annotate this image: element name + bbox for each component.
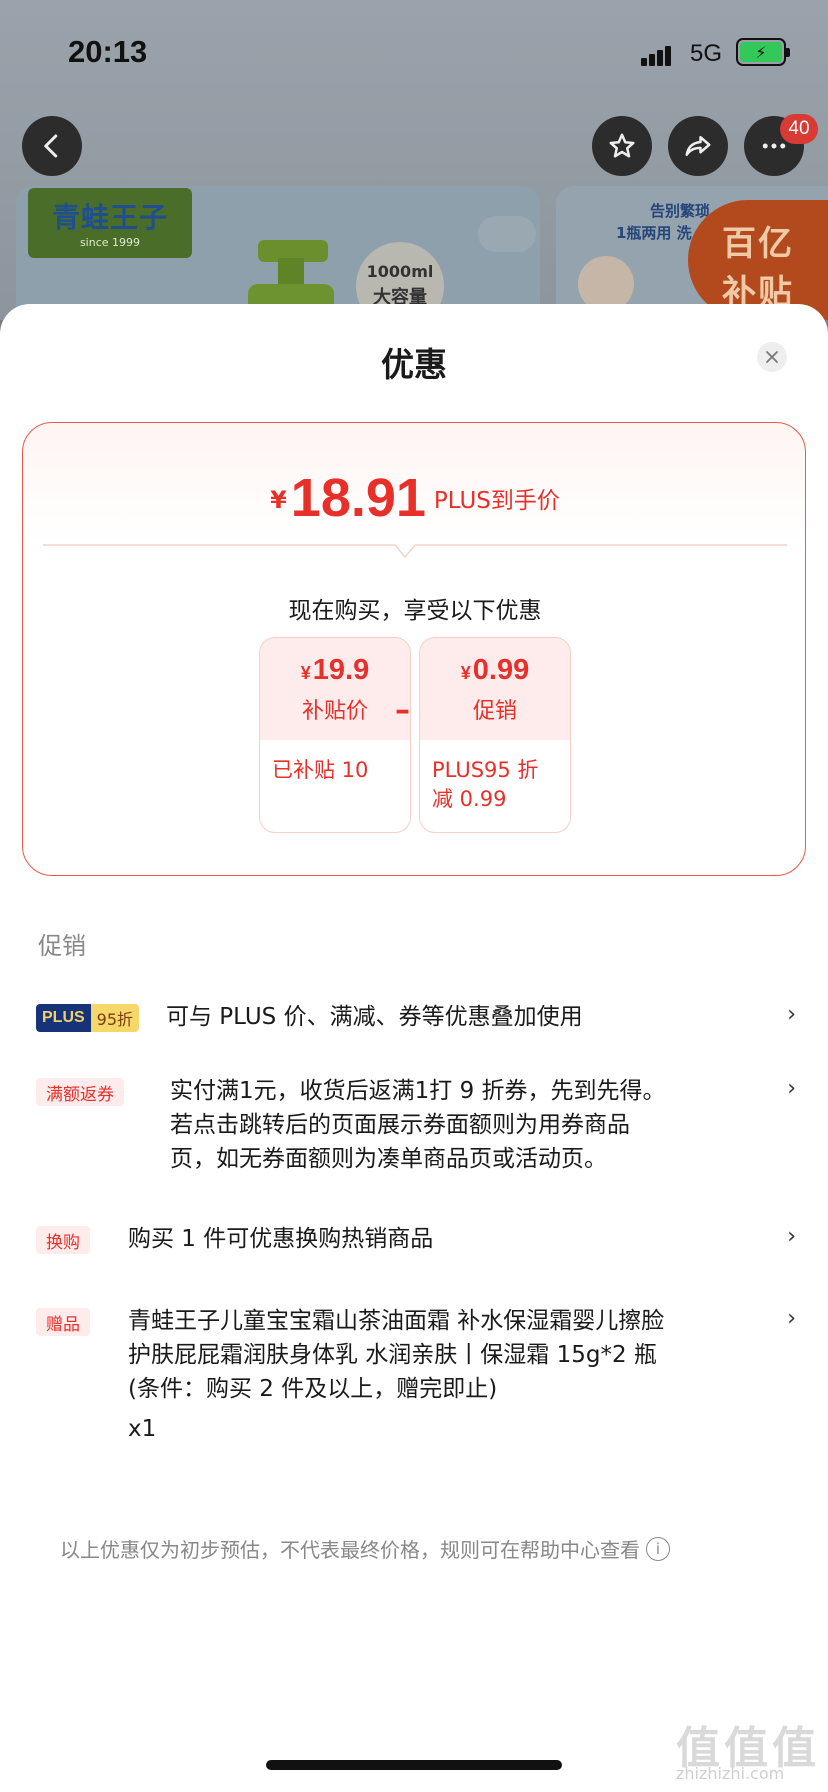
subsidy-price-currency: ¥ [300, 663, 311, 683]
promotion-currency: ¥ [460, 663, 471, 683]
minus-operator: – [395, 693, 410, 728]
subsidy-line1: 百亿 [722, 224, 794, 264]
status-bar: 20:13 5G ⚡ [0, 0, 828, 100]
message-count-badge: 40 [780, 114, 818, 144]
battery-icon: ⚡ [736, 38, 790, 66]
star-icon [609, 133, 635, 158]
promo-text-plus: 可与 PLUS 价、满减、券等优惠叠加使用 [166, 1004, 583, 1030]
disclaimer-text: 以上优惠仅为初步预估，不代表最终价格，规则可在帮助中心查看 [60, 1538, 640, 1562]
favorite-button[interactable] [592, 116, 652, 176]
signal-icon [641, 44, 679, 66]
final-price-amount: 18.91 [290, 468, 426, 528]
status-time: 20:13 [68, 34, 148, 69]
final-price-label: PLUS到手价 [433, 488, 560, 514]
promo-text-coupon-line2: 若点击跳转后的页面展示券面额则为用券商品 [170, 1112, 630, 1138]
sheet-title: 优惠 [381, 345, 447, 384]
product-banner-main[interactable]: 青蛙王子 since 1999 1000ml 大容量 [16, 186, 540, 320]
promo-row-gift[interactable]: 赠品 青蛙王子儿童宝宝霜山茶油面霜 补水保湿霜婴儿擦脸 护肤屁屁霜润肤身体乳 水… [36, 1304, 796, 1454]
banner-text-line1: 告别繁琐 [650, 202, 711, 220]
gift-tag: 赠品 [36, 1308, 90, 1336]
network-type: 5G [690, 40, 723, 67]
chevron-right-icon: › [787, 1076, 796, 1101]
brand-logo: 青蛙王子 since 1999 [28, 188, 192, 258]
brand-name: 青蛙王子 [51, 201, 168, 234]
promo-row-tradein[interactable]: 换购 购买 1 件可优惠换购热销商品 › [36, 1222, 796, 1262]
tradein-tag: 换购 [36, 1226, 90, 1254]
chevron-right-icon: › [787, 1224, 796, 1249]
subsidy-price-label: 补贴价 [301, 699, 368, 724]
banner-text-line2: 1瓶两用 洗 [616, 224, 692, 242]
subsidy-price-detail: 已补贴 10 [272, 758, 369, 782]
plus-tag-label: PLUS [36, 1004, 91, 1032]
promotion-detail: PLUS95 折减 0.99 [432, 758, 539, 811]
promo-row-coupon[interactable]: 满额返券 实付满1元，收货后返满1打 9 折券，先到先得。 若点击跳转后的页面展… [36, 1074, 796, 1184]
promo-text-gift-line1: 青蛙王子儿童宝宝霜山茶油面霜 补水保湿霜婴儿擦脸 [128, 1308, 665, 1334]
subsidy-price-value: 19.9 [312, 654, 370, 686]
final-price: ¥18.91 PLUS到手价 [23, 467, 807, 529]
chevron-left-icon [44, 134, 58, 158]
gift-quantity: x1 [128, 1416, 157, 1442]
plus-discount-tag: PLUS 95折 [36, 1004, 140, 1032]
buy-now-text: 现在购买，享受以下优惠 [288, 598, 542, 624]
disclaimer-note[interactable]: 以上优惠仅为初步预估，不代表最终价格，规则可在帮助中心查看 i [60, 1534, 670, 1563]
share-icon [685, 136, 711, 156]
coupon-tag: 满额返券 [36, 1078, 124, 1106]
info-icon[interactable]: i [646, 1536, 670, 1561]
volume-amount: 1000ml [366, 262, 434, 281]
promotions-section-label: 促销 [38, 932, 86, 960]
promo-text-coupon-line3: 页，如无券面额则为凑单商品页或活动页。 [170, 1146, 607, 1172]
home-indicator[interactable] [266, 1760, 562, 1770]
back-button[interactable] [22, 116, 82, 176]
promotion-discount-card: ¥0.99 促销 PLUS95 折减 0.99 [419, 637, 571, 833]
price-summary-card: ¥18.91 PLUS到手价 现在购买，享受以下优惠 ¥19.9 补贴价 已补贴 … [22, 422, 806, 876]
promotion-label: 促销 [472, 699, 517, 724]
promo-text-gift-line3: (条件：购买 2 件及以上，赠完即止) [128, 1376, 498, 1402]
chevron-right-icon: › [787, 1002, 796, 1027]
product-page-background: 20:13 5G ⚡ 40 青蛙王子 since 1999 1000ml 大容量 [0, 0, 828, 320]
brand-since: since 1999 [79, 236, 141, 249]
watermark-site: zhizhizhi.com [676, 1764, 785, 1783]
promo-text-gift: 青蛙王子儿童宝宝霜山茶油面霜 补水保湿霜婴儿擦脸 护肤屁屁霜润肤身体乳 水润亲肤… [128, 1304, 664, 1446]
promo-row-plus[interactable]: PLUS 95折 可与 PLUS 价、满减、券等优惠叠加使用 › [36, 1000, 796, 1040]
plus-tag-discount: 95折 [90, 1004, 140, 1032]
share-button[interactable] [668, 116, 728, 176]
promo-text-coupon: 实付满1元，收货后返满1打 9 折券，先到先得。 若点击跳转后的页面展示券面额则… [170, 1074, 666, 1176]
cloud-decoration [478, 216, 536, 252]
price-divider [43, 537, 787, 559]
subsidy-price-card: ¥19.9 补贴价 已补贴 10 [259, 637, 411, 833]
promo-text-gift-line2: 护肤屁屁霜润肤身体乳 水润亲肤丨保湿霜 15g*2 瓶 [128, 1342, 657, 1368]
close-icon [766, 351, 778, 363]
promotion-value: 0.99 [472, 654, 530, 686]
subsidy-badge: 百亿 补贴 [688, 200, 828, 320]
close-button[interactable] [757, 342, 787, 372]
final-price-currency: ¥ [270, 486, 287, 514]
chevron-right-icon: › [787, 1306, 796, 1331]
promo-text-tradein: 购买 1 件可优惠换购热销商品 [128, 1226, 434, 1252]
discount-sheet: 优惠 ¥18.91 PLUS到手价 现在购买，享受以下优惠 ¥19.9 补贴价 已… [0, 304, 828, 1792]
promo-text-coupon-line1: 实付满1元，收货后返满1打 9 折券，先到先得。 [170, 1078, 666, 1104]
